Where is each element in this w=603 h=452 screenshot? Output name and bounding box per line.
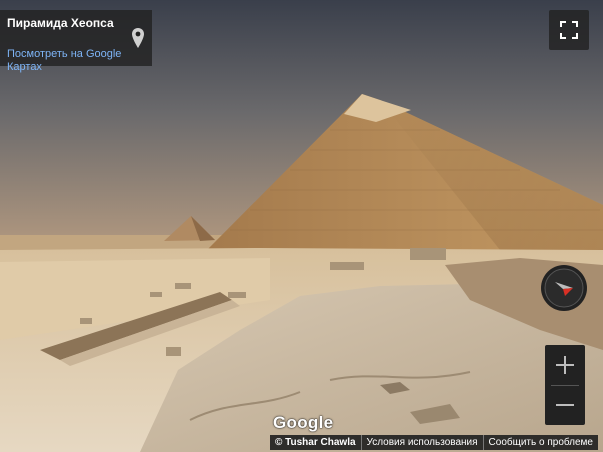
report-problem-link[interactable]: Сообщить о проблеме (482, 435, 598, 450)
attribution-bar: © Tushar Chawla Условия использования Со… (270, 435, 598, 450)
maps-link-line1: Посмотреть на Google (7, 48, 122, 60)
fullscreen-icon (560, 21, 578, 39)
zoom-out-button[interactable] (545, 385, 585, 425)
fullscreen-button[interactable] (549, 10, 589, 50)
photo-credit: © Tushar Chawla (275, 437, 356, 448)
zoom-control (545, 345, 585, 425)
compass-icon (544, 268, 584, 308)
street-view-viewer[interactable]: Пирамида Хеопса Посмотреть на Google Кар… (0, 0, 603, 452)
zoom-out-icon (556, 404, 574, 406)
terms-of-use-link[interactable]: Условия использования (360, 435, 483, 450)
maps-link-line2: Картах (7, 61, 42, 73)
zoom-in-icon (556, 356, 574, 374)
compass-button[interactable] (541, 265, 587, 311)
place-info-card: Пирамида Хеопса Посмотреть на Google Кар… (0, 10, 152, 73)
map-pin-icon[interactable] (131, 27, 145, 49)
zoom-in-button[interactable] (545, 345, 585, 385)
place-title: Пирамида Хеопса (7, 16, 114, 30)
google-logo: Google (273, 413, 334, 432)
view-on-google-maps-link[interactable]: Посмотреть на Google Картах (7, 48, 132, 73)
